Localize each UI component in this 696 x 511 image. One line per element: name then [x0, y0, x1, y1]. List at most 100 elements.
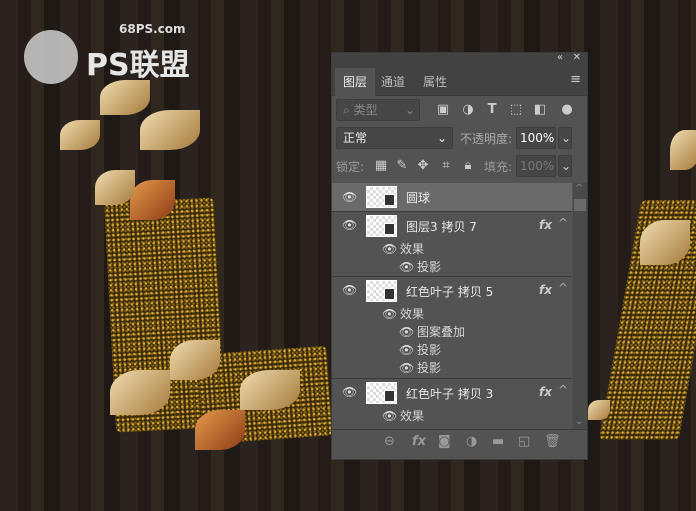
layer-thumbnail: [366, 280, 397, 302]
tab-layers[interactable]: 图层: [335, 68, 376, 96]
folder-icon[interactable]: ▬: [492, 434, 504, 449]
filter-row: ⌕ 类型 ⌄ ▣ ◑ T ⬚ ◧ ●: [332, 99, 587, 121]
expand-effects-icon[interactable]: ^: [558, 383, 568, 397]
effects-row[interactable]: 👁︎ 效果: [332, 240, 572, 258]
tab-channels[interactable]: 通道: [373, 68, 413, 96]
adjustment-filter-icon[interactable]: ◑: [461, 102, 475, 117]
shape-filter-icon[interactable]: ⬚: [509, 102, 523, 117]
lock-row: 锁定: ▦ ✎ ✥ ⌗ 🔒︎ 填充: 100% ⌄: [332, 155, 587, 177]
filter-kind-value: 类型: [353, 103, 378, 117]
eye-icon[interactable]: 👁︎: [342, 218, 357, 232]
lock-all-icon[interactable]: 🔒︎: [461, 158, 475, 173]
effect-row[interactable]: 👁︎ 图案叠加: [332, 323, 572, 341]
fx-badge: fx: [539, 218, 552, 232]
eye-icon[interactable]: 👁︎: [399, 323, 414, 341]
panel-tabs: 图层 通道 属性 ≡: [332, 66, 587, 96]
blend-mode-value: 正常: [343, 131, 368, 145]
layer-name: 红色叶子 拷贝 5: [406, 285, 494, 299]
leaf: [110, 370, 170, 415]
new-layer-icon[interactable]: ◱: [518, 434, 530, 449]
layers-panel: « ✕ 图层 通道 属性 ≡ ⌕ 类型 ⌄ ▣ ◑ T ⬚ ◧ ● 正常 ⌄ 不透…: [331, 52, 588, 460]
blend-mode-select[interactable]: 正常 ⌄: [336, 127, 453, 149]
layer-row[interactable]: 👁︎ 红色叶子 拷贝 3 fx ^ 👁︎ 效果: [332, 379, 572, 429]
layer-thumbnail: [366, 382, 397, 404]
effect-name: 投影: [417, 361, 442, 375]
eye-icon[interactable]: 👁︎: [382, 240, 397, 258]
scroll-thumb[interactable]: [574, 199, 586, 211]
filter-kind-select[interactable]: ⌕ 类型 ⌄: [336, 99, 420, 121]
leaf: [240, 370, 300, 410]
layer-thumbnail: [366, 215, 397, 237]
eye-icon[interactable]: 👁︎: [342, 385, 357, 399]
fill-dropdown[interactable]: ⌄: [558, 155, 572, 177]
link-icon[interactable]: ⊖: [384, 434, 395, 449]
eye-icon[interactable]: 👁︎: [342, 190, 357, 204]
tab-properties[interactable]: 属性: [415, 68, 455, 96]
mask-icon[interactable]: ◙: [438, 434, 451, 449]
lock-paint-icon[interactable]: ✎: [395, 158, 409, 173]
layer-name: 红色叶子 拷贝 3: [406, 387, 494, 401]
logo-site: 68PS.com: [119, 22, 186, 36]
opacity-input[interactable]: 100%: [516, 127, 556, 149]
opacity-label: 不透明度:: [460, 132, 513, 146]
leaf: [588, 400, 610, 420]
fx-icon[interactable]: fx: [412, 434, 426, 449]
type-filter-icon[interactable]: T: [485, 102, 499, 117]
eye-icon[interactable]: 👁︎: [399, 359, 414, 377]
filter-toggle[interactable]: ●: [560, 102, 574, 117]
image-filter-icon[interactable]: ▣: [436, 102, 450, 117]
effects-label: 效果: [400, 242, 425, 256]
leaf: [95, 170, 135, 205]
effect-name: 投影: [417, 343, 442, 357]
layer-name: 图层3 拷贝 7: [406, 220, 477, 234]
layer-thumbnail: [366, 186, 397, 208]
lock-transparent-icon[interactable]: ▦: [374, 158, 388, 173]
effect-row[interactable]: 👁︎ 投影: [332, 258, 572, 276]
scroll-down-icon[interactable]: ⌄: [575, 416, 583, 427]
eye-icon[interactable]: 👁︎: [342, 283, 357, 297]
layer-row[interactable]: 👁︎ 圆球: [332, 183, 572, 212]
logo-mark-icon: [24, 30, 78, 84]
expand-effects-icon[interactable]: ^: [558, 216, 568, 230]
effects-row[interactable]: 👁︎ 效果: [332, 407, 572, 425]
smart-object-filter-icon[interactable]: ◧: [533, 102, 547, 117]
panel-menu-icon[interactable]: ≡: [570, 72, 581, 87]
leaf: [60, 120, 100, 150]
leaf: [140, 110, 200, 150]
leaf: [640, 220, 690, 265]
effect-row[interactable]: 👁︎ 投影: [332, 341, 572, 359]
layer-name: 圆球: [406, 191, 431, 205]
layer-row[interactable]: 👁︎ 图层3 拷贝 7 fx ^ 👁︎ 效果 👁︎ 投影: [332, 212, 572, 277]
fx-badge: fx: [539, 283, 552, 297]
effects-row[interactable]: 👁︎ 效果: [332, 305, 572, 323]
lock-move-icon[interactable]: ✥: [416, 158, 430, 173]
leaf: [670, 130, 696, 170]
layer-row[interactable]: 👁︎ 红色叶子 拷贝 5 fx ^ 👁︎ 效果 👁︎ 图案叠加 👁︎ 投影 👁︎ 投影: [332, 277, 572, 379]
double-chevron-icon[interactable]: «: [557, 52, 563, 63]
layers-list: 👁︎ 圆球 👁︎ 图层3 拷贝 7 fx ^ 👁︎ 效果 👁︎ 投影 👁︎ 红色叶子…: [332, 183, 572, 429]
lock-label: 锁定:: [336, 160, 365, 174]
panel-titlebar[interactable]: « ✕: [332, 52, 587, 66]
expand-effects-icon[interactable]: ^: [558, 281, 568, 295]
fill-input[interactable]: 100%: [516, 155, 556, 177]
leaf: [170, 340, 220, 380]
eye-icon[interactable]: 👁︎: [399, 341, 414, 359]
close-icon[interactable]: ✕: [573, 52, 581, 63]
blend-row: 正常 ⌄ 不透明度: 100% ⌄: [332, 127, 587, 149]
effects-label: 效果: [400, 409, 425, 423]
fill-label: 填充:: [484, 160, 513, 174]
opacity-dropdown[interactable]: ⌄: [558, 127, 572, 149]
effect-name: 投影: [417, 260, 442, 274]
trash-icon[interactable]: 🗑︎: [544, 434, 561, 449]
effect-row[interactable]: 👁︎ 投影: [332, 359, 572, 377]
scroll-up-icon[interactable]: ^: [575, 183, 583, 194]
eye-icon[interactable]: 👁︎: [399, 258, 414, 276]
lock-artboard-icon[interactable]: ⌗: [439, 158, 453, 173]
adjustment-icon[interactable]: ◑: [466, 434, 477, 449]
leaf: [100, 80, 150, 115]
eye-icon[interactable]: 👁︎: [382, 407, 397, 425]
leaf: [195, 410, 245, 450]
leaf: [130, 180, 175, 220]
layers-scrollbar[interactable]: ^ ⌄: [573, 183, 587, 429]
eye-icon[interactable]: 👁︎: [382, 305, 397, 323]
